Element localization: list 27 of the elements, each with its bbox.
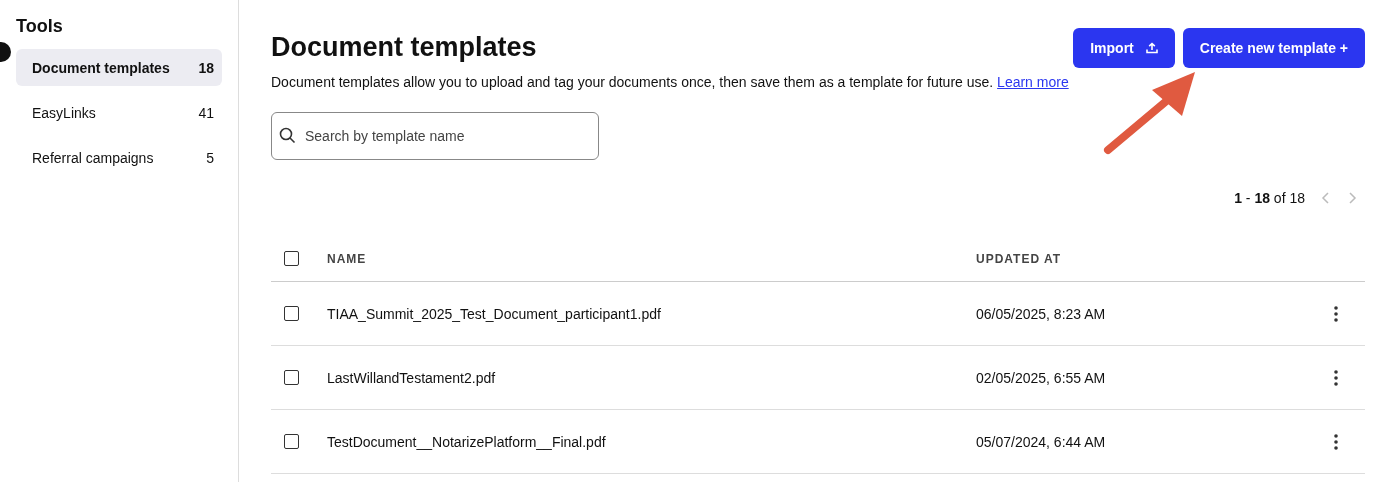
table-cell-text: 02/05/2025, 6:55 AM — [976, 369, 1107, 386]
import-button[interactable]: Import — [1073, 28, 1175, 68]
checkbox[interactable] — [284, 434, 299, 449]
learn-more-link[interactable]: Learn more — [997, 74, 1069, 90]
column-header: UPDATED AT — [976, 251, 1063, 266]
table-cell-text: TIAA_Summit_2025_Test_Document_participant1.pdf — [327, 305, 662, 322]
more-icon[interactable] — [1334, 305, 1338, 322]
more-icon[interactable] — [1334, 369, 1338, 386]
upload-icon — [1145, 42, 1158, 54]
sidebar-title: Tools — [16, 16, 64, 37]
sidebar-item[interactable]: Document templates 18 — [16, 49, 222, 86]
page-title: Document templates — [271, 32, 537, 63]
table-cell-text: TestDocument__NotarizePlatform__Final.pdf — [327, 433, 607, 450]
more-icon[interactable] — [1334, 433, 1338, 450]
description: Document templates allow you to upload and tag your documents once, then save them as a template for future use. Learn more — [271, 74, 1070, 90]
sidebar-item[interactable]: EasyLinks 41 — [16, 94, 222, 131]
table-cell-text: 06/05/2025, 8:23 AM — [976, 305, 1107, 322]
table-cell-text: LastWillandTestament2.pdf — [327, 369, 497, 386]
page-range: 1 - 18 of 18 — [1234, 190, 1305, 206]
column-header: NAME — [327, 251, 368, 266]
search-field[interactable]: Search by template name — [271, 112, 599, 160]
create-button[interactable]: Create new template + — [1182, 28, 1365, 68]
table-cell-text: 05/07/2024, 6:44 AM — [976, 433, 1107, 450]
checkbox[interactable] — [284, 306, 299, 321]
checkbox[interactable] — [284, 370, 299, 385]
sidebar-item[interactable]: Referral campaigns 5 — [16, 139, 222, 176]
checkbox[interactable] — [284, 251, 299, 266]
